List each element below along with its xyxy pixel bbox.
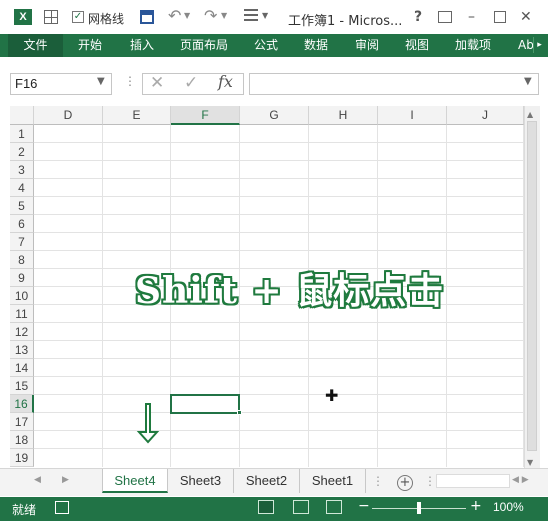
row-header[interactable]: 18 — [10, 431, 34, 449]
normal-view-icon[interactable] — [258, 500, 274, 514]
tab-addins[interactable]: 加载项 — [455, 34, 491, 57]
row-header[interactable]: 1 — [10, 125, 34, 143]
column-header-g[interactable]: G — [240, 106, 309, 125]
ribbon-expand-icon[interactable]: ▸ — [533, 37, 545, 53]
tab-page-layout[interactable]: 页面布局 — [180, 34, 228, 57]
sheet-tab-sheet2[interactable]: Sheet2 — [234, 469, 300, 493]
hscroll-divider-icon[interactable]: ⋮ — [424, 474, 436, 488]
column-header-d[interactable]: D — [34, 106, 103, 125]
tab-home[interactable]: 开始 — [78, 34, 102, 57]
row-header[interactable]: 14 — [10, 359, 34, 377]
tab-review[interactable]: 审阅 — [355, 34, 379, 57]
row-header-active[interactable]: 16 — [10, 395, 34, 413]
tab-data[interactable]: 数据 — [304, 34, 328, 57]
scroll-left-right-icon[interactable]: ◀ ▶ — [512, 475, 529, 485]
customize-dropdown-icon[interactable]: ▼ — [262, 11, 268, 20]
row-header[interactable]: 9 — [10, 269, 34, 287]
redo-icon[interactable]: ↷ — [204, 6, 217, 25]
next-sheet-icon[interactable]: ▶ — [62, 475, 69, 485]
crosshair-cursor-icon: ✚ — [325, 386, 339, 405]
fill-handle[interactable] — [237, 410, 242, 415]
insert-function-icon[interactable]: fx — [218, 72, 233, 91]
row-header[interactable]: 12 — [10, 323, 34, 341]
vertical-scroll-thumb[interactable] — [527, 121, 537, 451]
row-header[interactable]: 2 — [10, 143, 34, 161]
column-header-h[interactable]: H — [309, 106, 378, 125]
save-icon[interactable] — [140, 10, 154, 24]
zoom-slider-thumb[interactable] — [417, 502, 421, 514]
select-all-corner[interactable] — [10, 106, 34, 125]
sheet-tab-sheet1[interactable]: Sheet1 — [300, 469, 366, 493]
close-icon[interactable]: ✕ — [520, 9, 532, 25]
scroll-up-icon[interactable]: ▲ — [527, 110, 533, 119]
status-bar — [0, 497, 548, 521]
row-header[interactable]: 11 — [10, 305, 34, 323]
macro-record-icon[interactable] — [55, 501, 69, 514]
tab-view[interactable]: 视图 — [405, 34, 429, 57]
sheet-tab-sheet4[interactable]: Sheet4 — [102, 469, 168, 493]
tab-file[interactable]: 文件 — [8, 34, 63, 57]
page-layout-view-icon[interactable] — [293, 500, 309, 514]
page-break-view-icon[interactable] — [326, 500, 342, 514]
row-header[interactable]: 6 — [10, 215, 34, 233]
name-box-dropdown-icon[interactable]: ▼ — [97, 76, 105, 87]
formula-input[interactable] — [249, 73, 539, 95]
gridlines-checkbox[interactable]: ✓ — [72, 11, 84, 23]
row-header[interactable]: 4 — [10, 179, 34, 197]
scroll-down-icon[interactable]: ▼ — [527, 458, 533, 467]
window-title: 工作簿1 - Micros... — [288, 14, 403, 29]
row-header[interactable]: 13 — [10, 341, 34, 359]
column-header-j[interactable]: J — [447, 106, 524, 125]
tab-truncated[interactable]: Ab — [518, 34, 534, 57]
excel-logo-icon[interactable]: X — [14, 9, 32, 25]
add-sheet-icon[interactable]: + — [397, 475, 413, 491]
zoom-level[interactable]: 100% — [493, 500, 524, 514]
horizontal-scrollbar[interactable] — [436, 474, 510, 488]
sheet-tab-sheet3[interactable]: Sheet3 — [168, 469, 234, 493]
row-header[interactable]: 15 — [10, 377, 34, 395]
row-header[interactable]: 17 — [10, 413, 34, 431]
save-grid-icon[interactable] — [44, 10, 58, 24]
redo-dropdown-icon[interactable]: ▼ — [221, 11, 227, 20]
row-header[interactable]: 5 — [10, 197, 34, 215]
zoom-in-button[interactable]: + — [470, 498, 482, 514]
status-ready-text: 就绪 — [12, 503, 37, 517]
expand-formula-icon[interactable]: ▼ — [524, 76, 532, 87]
tab-formulas[interactable]: 公式 — [254, 34, 278, 57]
formula-bar-divider-icon[interactable]: ⋮ — [124, 74, 136, 88]
down-arrow-icon — [136, 403, 160, 444]
column-header-e[interactable]: E — [103, 106, 171, 125]
row-header[interactable]: 7 — [10, 233, 34, 251]
help-icon[interactable]: ? — [414, 9, 422, 25]
shortcut-hint-text: Shift + 鼠标点击 — [135, 270, 445, 312]
customize-toolbar-icon[interactable] — [244, 9, 258, 21]
row-header[interactable]: 3 — [10, 161, 34, 179]
sheet-bar-divider-icon[interactable]: ⋮ — [372, 474, 384, 488]
undo-dropdown-icon[interactable]: ▼ — [184, 11, 190, 20]
selected-cell-f16[interactable] — [170, 394, 240, 414]
minimize-icon[interactable]: – — [468, 9, 475, 25]
row-header[interactable]: 19 — [10, 449, 34, 467]
column-header-f[interactable]: F — [171, 106, 240, 125]
enter-icon[interactable]: ✓ — [184, 73, 198, 93]
undo-icon[interactable]: ↶ — [168, 6, 181, 25]
tab-insert[interactable]: 插入 — [130, 34, 154, 57]
cancel-icon[interactable]: ✕ — [150, 73, 164, 93]
row-header[interactable]: 10 — [10, 287, 34, 305]
column-header-i[interactable]: I — [378, 106, 447, 125]
gridlines-label: 网格线 — [88, 12, 125, 26]
prev-sheet-icon[interactable]: ◀ — [34, 475, 41, 485]
row-header[interactable]: 8 — [10, 251, 34, 269]
restore-icon[interactable] — [494, 11, 506, 23]
zoom-out-button[interactable]: − — [358, 498, 370, 514]
ribbon-display-icon[interactable] — [438, 11, 452, 23]
